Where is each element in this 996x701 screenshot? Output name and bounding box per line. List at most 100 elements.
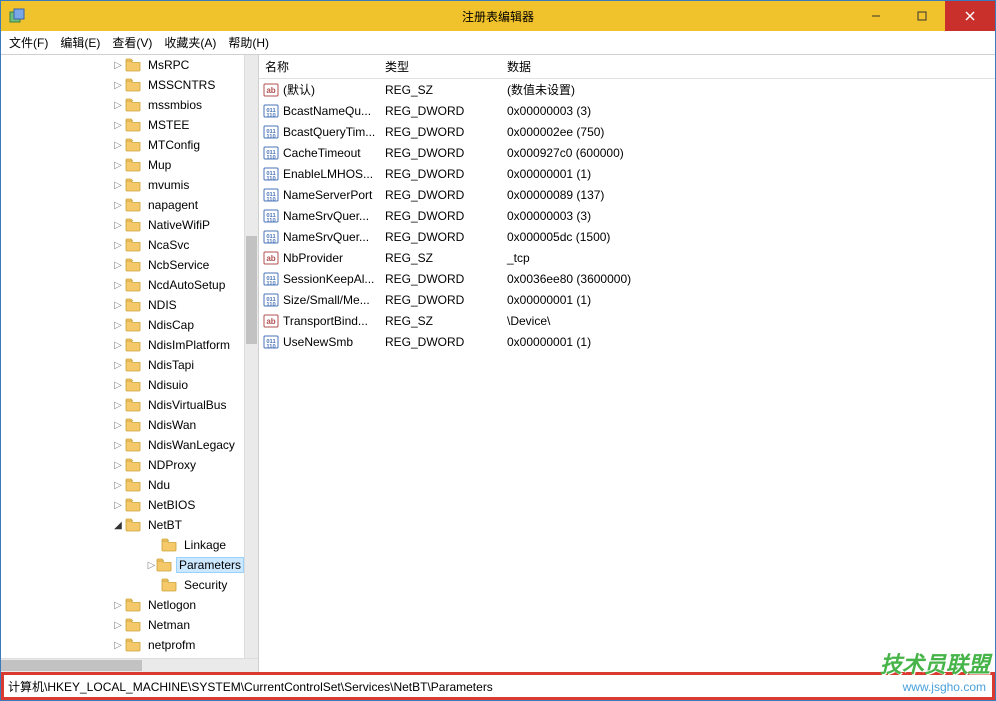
expand-arrow-icon[interactable]: ▷ [111,300,125,311]
tree-item[interactable]: ▷mvumis [1,175,244,195]
folder-icon [125,438,141,452]
tree-item[interactable]: ▷NDProxy [1,455,244,475]
list-row[interactable]: NameSrvQuer...REG_DWORD0x000005dc (1500) [259,226,995,247]
tree-item[interactable]: ▷MTConfig [1,135,244,155]
list-row[interactable]: BcastNameQu...REG_DWORD0x00000003 (3) [259,100,995,121]
collapse-arrow-icon[interactable]: ◢ [111,520,125,531]
tree-item[interactable]: ▷netprofm [1,635,244,655]
expand-arrow-icon[interactable]: ▷ [111,160,125,171]
expand-arrow-icon[interactable]: ▷ [111,640,125,651]
expand-arrow-icon[interactable]: ▷ [111,220,125,231]
menu-item[interactable]: 文件(F) [3,32,54,53]
expand-arrow-icon[interactable]: ▷ [111,400,125,411]
expand-arrow-icon[interactable]: ▷ [111,180,125,191]
expand-arrow-icon[interactable]: ▷ [111,620,125,631]
expand-arrow-icon[interactable]: ▷ [111,80,125,91]
list-row[interactable]: (默认)REG_SZ(数值未设置) [259,79,995,100]
scrollbar-thumb[interactable] [246,236,257,345]
reg-dword-icon [263,334,279,350]
tree-item[interactable]: ▷NcaSvc [1,235,244,255]
folder-icon [125,598,141,612]
tree-item-label: NetBT [145,517,185,533]
column-header-data[interactable]: 数据 [501,58,995,75]
menu-item[interactable]: 收藏夹(A) [158,32,222,53]
expand-arrow-icon[interactable]: ▷ [111,140,125,151]
list-row[interactable]: Size/Small/Me...REG_DWORD0x00000001 (1) [259,289,995,310]
list-row[interactable]: NameSrvQuer...REG_DWORD0x00000003 (3) [259,205,995,226]
list-row[interactable]: NbProviderREG_SZ_tcp [259,247,995,268]
scrollbar-thumb[interactable] [1,660,142,671]
tree-item[interactable]: Security [1,575,244,595]
tree-item-label: NdisVirtualBus [145,397,229,413]
expand-arrow-icon[interactable]: ▷ [147,560,156,571]
tree-item[interactable]: ▷NcdAutoSetup [1,275,244,295]
tree-item[interactable]: ▷Ndu [1,475,244,495]
expand-arrow-icon[interactable]: ▷ [111,260,125,271]
tree-item[interactable]: ▷NdisWanLegacy [1,435,244,455]
tree-vertical-scrollbar[interactable] [244,55,258,658]
folder-icon [125,458,141,472]
maximize-button[interactable] [899,1,945,31]
menu-item[interactable]: 编辑(E) [54,32,106,53]
tree-item[interactable]: ▷MsRPC [1,55,244,75]
folder-icon [161,538,177,552]
tree-item[interactable]: ▷NdisCap [1,315,244,335]
minimize-button[interactable] [853,1,899,31]
expand-arrow-icon[interactable]: ▷ [111,60,125,71]
value-data: _tcp [501,251,995,265]
tree-item-label: MSTEE [145,117,192,133]
list-row[interactable]: EnableLMHOS...REG_DWORD0x00000001 (1) [259,163,995,184]
titlebar[interactable]: 注册表编辑器 [1,1,995,31]
tree-item[interactable]: ▷ MSTEE [1,115,244,135]
tree-item[interactable]: ▷MSSCNTRS [1,75,244,95]
tree-item[interactable]: ◢ NetBT [1,515,244,535]
expand-arrow-icon[interactable]: ▷ [111,280,125,291]
expand-arrow-icon[interactable]: ▷ [111,600,125,611]
expand-arrow-icon[interactable]: ▷ [111,360,125,371]
list-row[interactable]: BcastQueryTim...REG_DWORD0x000002ee (750… [259,121,995,142]
menu-item[interactable]: 帮助(H) [222,32,275,53]
tree-item[interactable]: ▷NdisWan [1,415,244,435]
expand-arrow-icon[interactable]: ▷ [111,500,125,511]
tree-item[interactable]: ▷NdisImPlatform [1,335,244,355]
list-body[interactable]: (默认)REG_SZ(数值未设置)BcastNameQu...REG_DWORD… [259,79,995,672]
column-header-type[interactable]: 类型 [379,58,501,75]
expand-arrow-icon[interactable]: ▷ [111,100,125,111]
tree-item[interactable]: ▷mssmbios [1,95,244,115]
tree-item[interactable]: ▷Netman [1,615,244,635]
expand-arrow-icon[interactable]: ▷ [111,380,125,391]
expand-arrow-icon[interactable]: ▷ [111,440,125,451]
column-header-name[interactable]: 名称 [259,58,379,75]
expand-arrow-icon[interactable]: ▷ [111,480,125,491]
expand-arrow-icon[interactable]: ▷ [111,320,125,331]
expand-arrow-icon[interactable]: ▷ [111,420,125,431]
tree-item[interactable]: Linkage [1,535,244,555]
value-data: 0x0036ee80 (3600000) [501,272,995,286]
tree-item[interactable]: ▷Ndisuio [1,375,244,395]
list-row[interactable]: SessionKeepAl...REG_DWORD0x0036ee80 (360… [259,268,995,289]
list-header[interactable]: 名称 类型 数据 [259,55,995,79]
tree-item[interactable]: ▷Netlogon [1,595,244,615]
list-row[interactable]: TransportBind...REG_SZ\Device\ [259,310,995,331]
tree[interactable]: ▷MsRPC▷MSSCNTRS▷mssmbios▷MSTEE▷MTConfig▷… [1,55,244,658]
close-button[interactable] [945,1,995,31]
tree-item[interactable]: ▷NetBIOS [1,495,244,515]
expand-arrow-icon[interactable]: ▷ [111,200,125,211]
tree-item[interactable]: ▷NDIS [1,295,244,315]
expand-arrow-icon[interactable]: ▷ [111,460,125,471]
tree-item[interactable]: ▷napagent [1,195,244,215]
list-row[interactable]: NameServerPortREG_DWORD0x00000089 (137) [259,184,995,205]
tree-item[interactable]: ▷NdisTapi [1,355,244,375]
expand-arrow-icon[interactable]: ▷ [111,240,125,251]
tree-item[interactable]: ▷NcbService [1,255,244,275]
menu-item[interactable]: 查看(V) [106,32,158,53]
list-row[interactable]: CacheTimeoutREG_DWORD0x000927c0 (600000) [259,142,995,163]
tree-item[interactable]: ▷Parameters [1,555,244,575]
tree-horizontal-scrollbar[interactable] [1,658,258,672]
expand-arrow-icon[interactable]: ▷ [111,120,125,131]
tree-item[interactable]: ▷NativeWifiP [1,215,244,235]
expand-arrow-icon[interactable]: ▷ [111,340,125,351]
tree-item[interactable]: ▷Mup [1,155,244,175]
list-row[interactable]: UseNewSmbREG_DWORD0x00000001 (1) [259,331,995,352]
tree-item[interactable]: ▷ NdisVirtualBus [1,395,244,415]
